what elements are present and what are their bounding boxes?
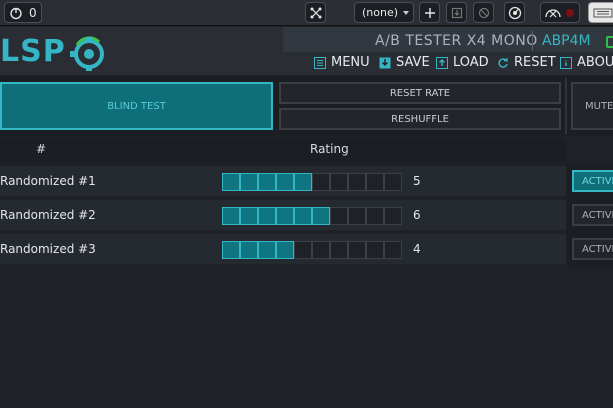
counter-value: 0 [29, 5, 37, 20]
rating-segment[interactable] [276, 241, 294, 259]
rating-segment[interactable] [384, 207, 402, 225]
load-icon [436, 56, 448, 69]
plugin-window: 0 (none) LSP A/B TESTER X4 MONO ABP4M ME… [0, 0, 613, 408]
lsp-logo: LSP [0, 34, 66, 69]
plugin-code: ABP4M [542, 33, 591, 49]
rating-segment[interactable] [240, 241, 258, 259]
rating-value: 6 [413, 208, 421, 222]
row-label: Randomized #2 [0, 208, 96, 222]
plus-icon [424, 7, 435, 18]
bypass-indicator-icon[interactable] [606, 36, 613, 48]
plugin-name: A/B TESTER X4 MONO [375, 33, 538, 49]
table-row: Randomized #1 5 [0, 166, 566, 196]
column-number-header: # [36, 142, 47, 156]
rating-segment[interactable] [276, 207, 294, 225]
rating-segment[interactable] [258, 207, 276, 225]
keyboard-icon [593, 8, 613, 17]
rating-meter[interactable] [222, 241, 402, 259]
rating-value: 5 [413, 174, 421, 188]
about-label: ABOU [577, 55, 613, 70]
speedometer-icon [545, 8, 561, 17]
routing-button[interactable] [305, 2, 326, 23]
chevron-down-icon [403, 11, 409, 15]
latency-button[interactable] [540, 2, 580, 23]
rating-segment[interactable] [348, 173, 366, 191]
table-row: Randomized #2 6 [0, 200, 566, 230]
rating-segment[interactable] [294, 241, 312, 259]
rating-segment[interactable] [276, 173, 294, 191]
reset-label: RESET [514, 55, 556, 70]
delete-preset-button[interactable] [473, 2, 494, 23]
gauge-icon [508, 6, 521, 19]
row-label: Randomized #1 [0, 174, 96, 188]
rating-meter[interactable] [222, 173, 402, 191]
reshuffle-button[interactable]: RESHUFFLE [279, 108, 561, 130]
active-button[interactable]: ACTIVE [572, 204, 613, 226]
rating-segment[interactable] [240, 207, 258, 225]
active-button[interactable]: ACTIVE [572, 170, 613, 192]
rating-meter[interactable] [222, 207, 402, 225]
rating-segment[interactable] [348, 207, 366, 225]
menu-button[interactable]: MENU [314, 55, 370, 70]
rating-segment[interactable] [330, 241, 348, 259]
power-timer-icon [10, 7, 22, 19]
load-label: LOAD [453, 55, 489, 70]
rating-segment[interactable] [294, 173, 312, 191]
rating-segment[interactable] [222, 207, 240, 225]
lsp-gear-logo-icon [70, 36, 104, 71]
header-divider [532, 31, 533, 51]
empty-area [0, 266, 613, 408]
about-button[interactable]: ABOU [560, 55, 613, 70]
forbidden-icon [478, 7, 489, 18]
menu-label: MENU [331, 55, 370, 70]
counter-button[interactable]: 0 [4, 2, 42, 23]
routing-icon [310, 7, 321, 18]
add-preset-button[interactable] [419, 2, 440, 23]
rating-segment[interactable] [366, 241, 384, 259]
blind-test-button[interactable]: BLIND TEST [0, 82, 273, 130]
rating-segment[interactable] [258, 241, 276, 259]
table-header: # Rating [0, 138, 566, 162]
rating-segment[interactable] [222, 173, 240, 191]
keyboard-button[interactable] [588, 2, 613, 23]
save-preset-icon [451, 7, 462, 18]
rating-segment[interactable] [384, 173, 402, 191]
rating-segment[interactable] [258, 173, 276, 191]
preset-value: (none) [362, 6, 399, 19]
preset-select[interactable]: (none) [354, 2, 414, 23]
rating-value: 4 [413, 242, 421, 256]
reset-button[interactable]: RESET [497, 55, 556, 70]
rating-segment[interactable] [330, 207, 348, 225]
reset-icon [498, 57, 508, 68]
rating-segment[interactable] [294, 207, 312, 225]
status-led [566, 8, 574, 17]
rating-segment[interactable] [330, 173, 348, 191]
save-label: SAVE [396, 55, 430, 70]
rating-segment[interactable] [222, 241, 240, 259]
active-button[interactable]: ACTIVE [572, 238, 613, 260]
control-divider [565, 78, 567, 134]
rating-segment[interactable] [312, 241, 330, 259]
rating-segment[interactable] [366, 207, 384, 225]
system-toolbar: 0 (none) [0, 0, 613, 26]
rating-segment[interactable] [240, 173, 258, 191]
load-button[interactable]: LOAD [436, 55, 489, 70]
rating-segment[interactable] [366, 173, 384, 191]
tuner-button[interactable] [504, 2, 525, 23]
rating-segment[interactable] [384, 241, 402, 259]
save-preset-button[interactable] [446, 2, 467, 23]
reset-rate-button[interactable]: RESET RATE [279, 82, 561, 104]
mute-button[interactable]: MUTE [571, 82, 613, 130]
rating-segment[interactable] [348, 241, 366, 259]
save-button[interactable]: SAVE [379, 55, 430, 70]
rating-segment[interactable] [312, 207, 330, 225]
row-label: Randomized #3 [0, 242, 96, 256]
info-icon [560, 56, 572, 69]
column-rating-header: Rating [310, 142, 349, 156]
save-icon [379, 57, 391, 68]
table-row: Randomized #3 4 [0, 234, 566, 264]
rating-segment[interactable] [312, 173, 330, 191]
menu-icon [314, 56, 326, 69]
